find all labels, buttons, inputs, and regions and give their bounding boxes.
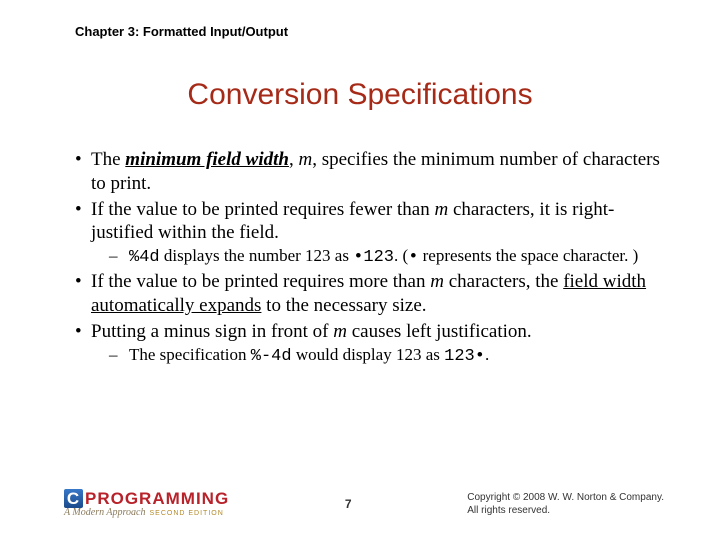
var-m: m: [430, 271, 444, 292]
text: displays the number 123 as: [160, 246, 354, 265]
term: minimum field width: [125, 149, 289, 170]
logo-sub-text: A Modern Approach: [64, 507, 145, 518]
logo-sub: A Modern Approach SECOND EDITION: [64, 508, 229, 518]
text: The: [91, 149, 125, 170]
bullet-4-sub: The specification %-4d would display 123…: [129, 344, 665, 367]
code: 123•: [444, 347, 485, 366]
text: would display 123 as: [292, 345, 445, 364]
code: %4d: [129, 248, 160, 267]
var-m: m: [298, 149, 312, 170]
text: represents the space character. ): [418, 246, 638, 265]
var-m: m: [434, 199, 448, 220]
logo: CPROGRAMMING A Modern Approach SECOND EDI…: [64, 489, 229, 518]
text: causes left justification.: [347, 321, 532, 342]
text: The specification: [129, 345, 251, 364]
text: .: [485, 345, 489, 364]
logo-main: CPROGRAMMING: [64, 489, 229, 508]
var-m: m: [333, 321, 347, 342]
copyright: Copyright © 2008 W. W. Norton & Company.…: [467, 491, 664, 517]
chapter-header: Chapter 3: Formatted Input/Output: [75, 24, 288, 39]
logo-text: PROGRAMMING: [85, 489, 229, 508]
dot: •: [408, 248, 418, 267]
bullet-3: If the value to be printed requires more…: [91, 270, 665, 318]
bullet-1: The minimum field width, m, specifies th…: [91, 148, 665, 196]
text: characters, the: [444, 271, 563, 292]
copyright-line-2: All rights reserved.: [467, 504, 664, 517]
text: Putting a minus sign in front of: [91, 321, 333, 342]
text: . (: [394, 246, 408, 265]
slide-body: The minimum field width, m, specifies th…: [75, 148, 665, 369]
code: •123: [353, 248, 394, 267]
text: If the value to be printed requires more…: [91, 271, 430, 292]
page-number: 7: [345, 497, 352, 511]
logo-c-icon: C: [64, 489, 83, 508]
bullet-2-sub: %4d displays the number 123 as •123. (• …: [129, 245, 665, 268]
bullet-2: If the value to be printed requires fewe…: [91, 198, 665, 269]
code: %-4d: [251, 347, 292, 366]
slide-title: Conversion Specifications: [0, 78, 720, 112]
copyright-line-1: Copyright © 2008 W. W. Norton & Company.: [467, 491, 664, 504]
bullet-4: Putting a minus sign in front of m cause…: [91, 320, 665, 367]
text: to the necessary size.: [261, 295, 426, 316]
logo-edition: SECOND EDITION: [149, 510, 223, 517]
text: If the value to be printed requires fewe…: [91, 199, 434, 220]
footer: CPROGRAMMING A Modern Approach SECOND EDI…: [64, 489, 664, 518]
